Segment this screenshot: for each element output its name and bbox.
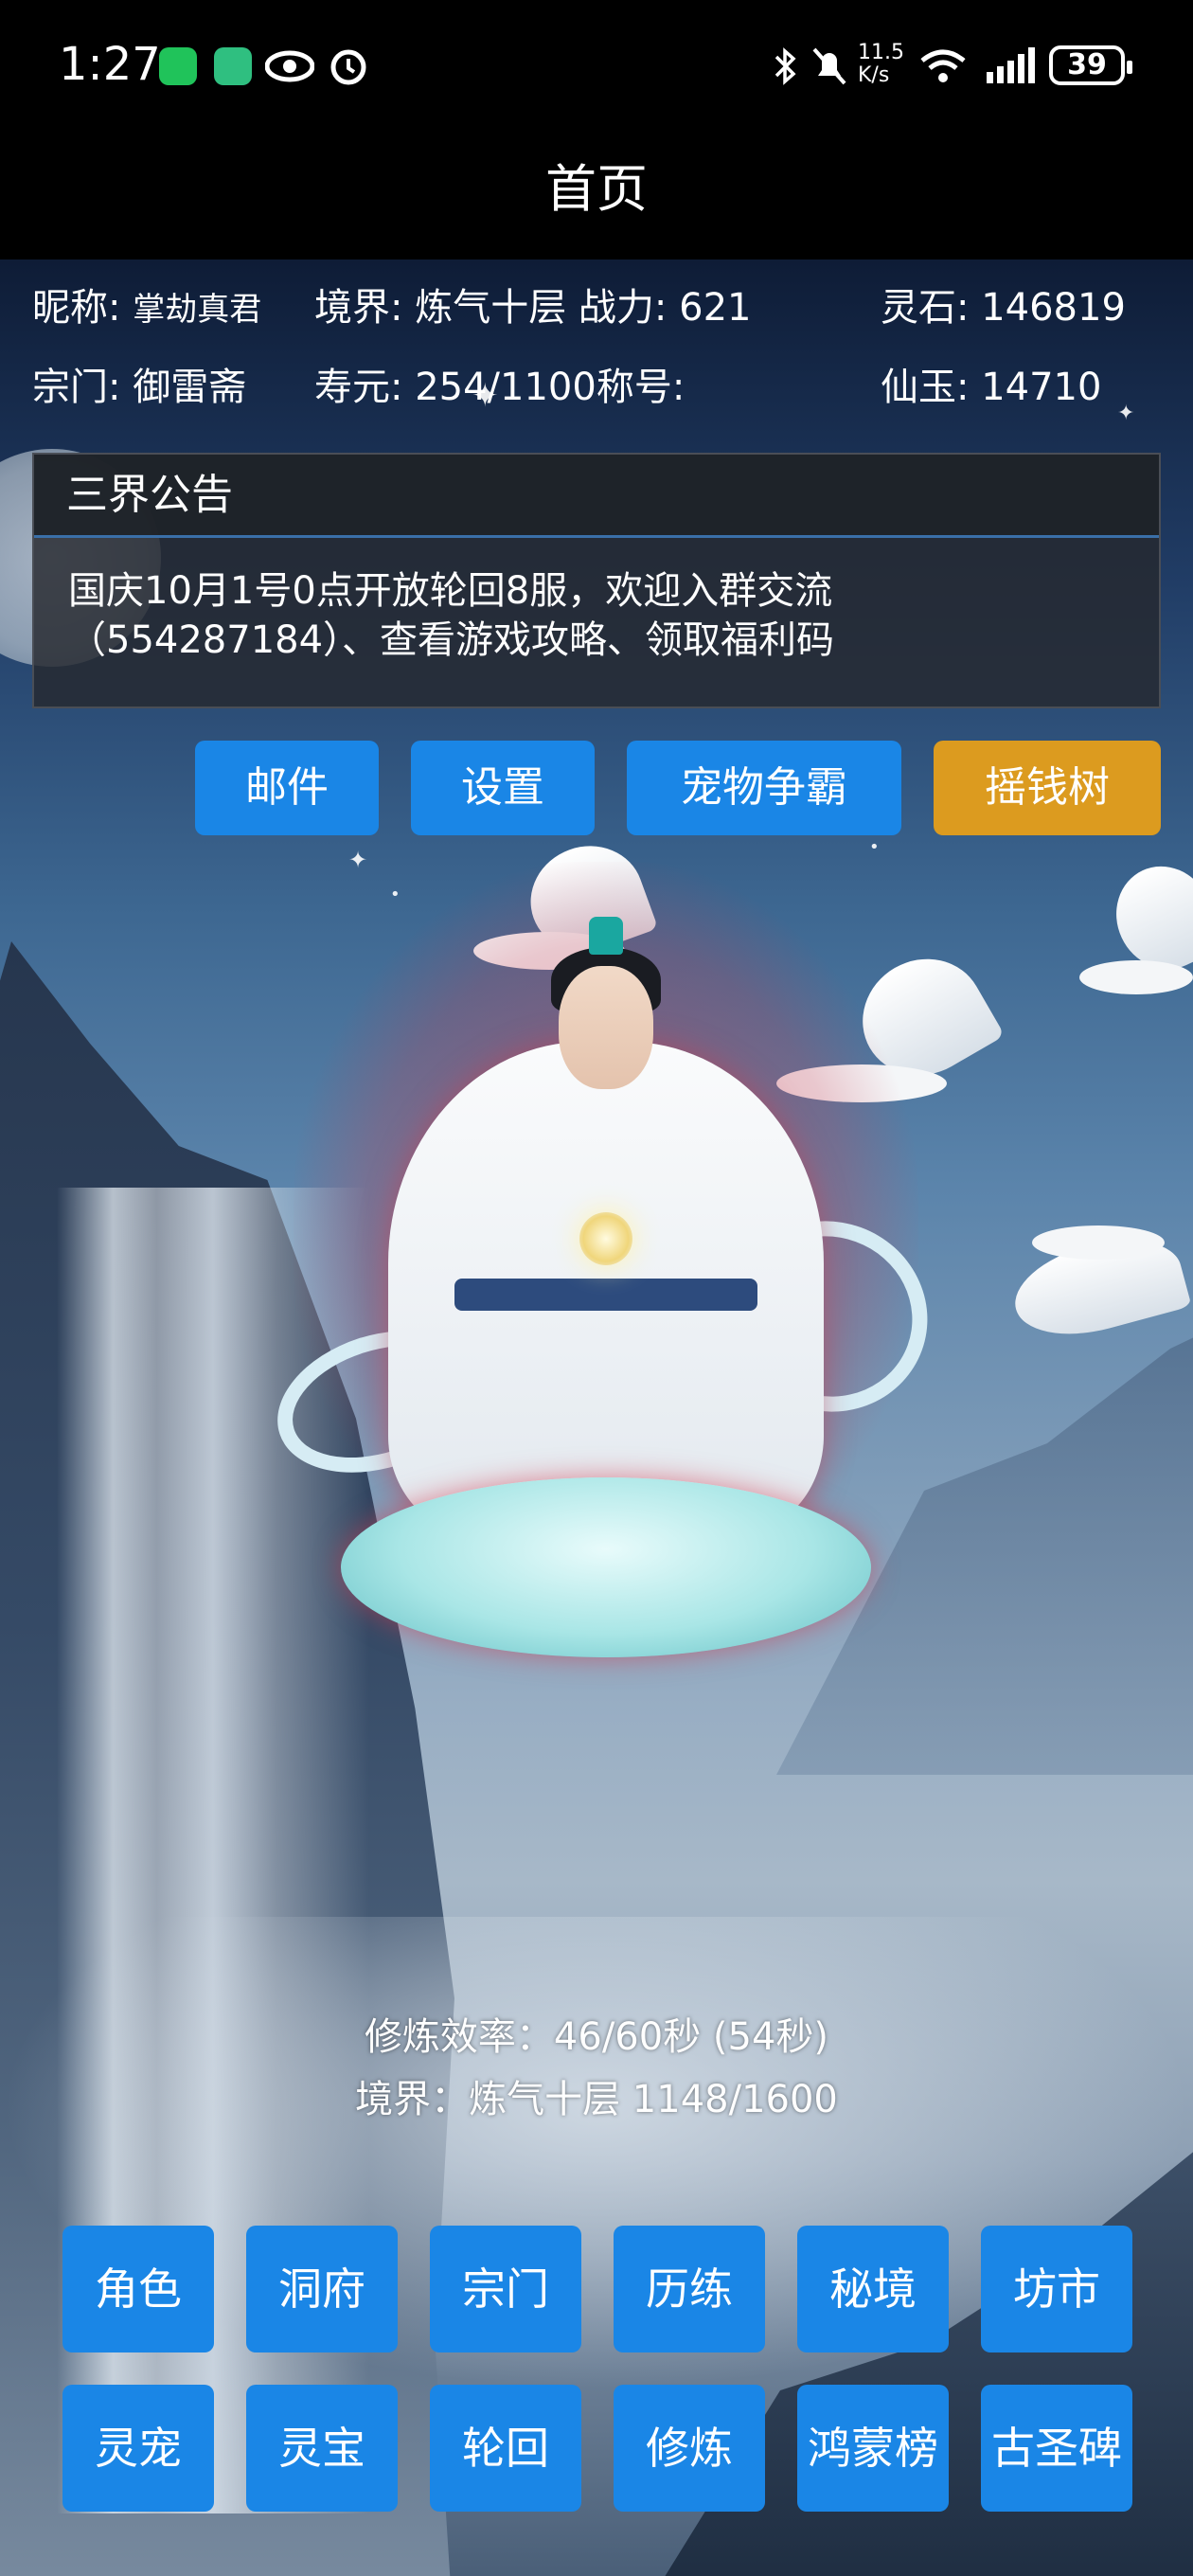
menu-button-cultivate[interactable]: 修炼 (614, 2385, 765, 2512)
crane (1079, 850, 1193, 1017)
menu-button-trial[interactable]: 历练 (614, 2226, 765, 2352)
alarm-icon (330, 49, 366, 85)
star-icon: ✦ (1117, 402, 1135, 425)
jade-cloud-seat (341, 1477, 871, 1657)
sect-label: 宗门: (32, 366, 121, 409)
menu-button-cave[interactable]: 洞府 (246, 2226, 398, 2352)
announcement-body: 国庆10月1号0点开放轮回8服，欢迎入群交流 （554287184）、查看游戏攻… (34, 538, 1159, 693)
spirit-stone-value: 146819 (981, 286, 1126, 330)
menu-button-reincarnation[interactable]: 轮回 (430, 2385, 581, 2512)
status-bar: 1:27 11.5 K/s 39 (0, 0, 1193, 133)
wifi-icon (920, 49, 966, 82)
crane (975, 1188, 1193, 1377)
menu-button-character[interactable]: 角色 (62, 2226, 214, 2352)
nickname-value: 掌劫真君 (133, 291, 262, 329)
cultivator-avatar (258, 691, 954, 1657)
eye-icon (265, 50, 314, 82)
menu-button-sect[interactable]: 宗门 (430, 2226, 581, 2352)
settings-button[interactable]: 设置 (411, 741, 595, 835)
spirit-orb (579, 1212, 632, 1265)
power-label: 战力: (578, 286, 668, 330)
lifespan-label: 寿元: (314, 366, 403, 409)
menu-button-ranking[interactable]: 鸿蒙榜 (797, 2385, 949, 2512)
menu-button-ancient-stele[interactable]: 古圣碑 (981, 2385, 1132, 2512)
lifespan-value: 254/1100 (415, 366, 596, 409)
battery-indicator: 39 (1049, 45, 1132, 85)
cultivation-efficiency: 修炼效率：46/60秒 (54秒) (364, 2015, 829, 2059)
announcement-line: 国庆10月1号0点开放轮回8服，欢迎入群交流 (68, 569, 833, 613)
mute-icon (812, 47, 846, 85)
status-time: 1:27 (59, 38, 161, 91)
announcement-panel: 三界公告 国庆10月1号0点开放轮回8服，欢迎入群交流 （554287184）、… (32, 453, 1161, 708)
signal-icon (987, 47, 1035, 83)
nickname-label: 昵称: (32, 286, 121, 330)
bluetooth-icon (775, 47, 796, 85)
power-value: 621 (679, 286, 752, 330)
menu-button-secret-realm[interactable]: 秘境 (797, 2226, 949, 2352)
pet-battle-button[interactable]: 宠物争霸 (627, 741, 901, 835)
menu-button-spirit-pet[interactable]: 灵宠 (62, 2385, 214, 2512)
money-tree-button[interactable]: 摇钱树 (934, 741, 1161, 835)
spirit-stone-label: 灵石: (881, 286, 970, 330)
jade-value: 14710 (981, 366, 1102, 409)
realm-progress: 境界：炼气十层 1148/1600 (355, 2078, 838, 2121)
title-label: 称号: (596, 366, 686, 409)
app-header: 首页 (0, 133, 1193, 259)
announcement-title: 三界公告 (34, 455, 1159, 538)
announcement-line: （554287184）、查看游戏攻略、领取福利码 (68, 618, 835, 662)
net-speed: 11.5 K/s (858, 41, 904, 87)
jade-label: 仙玉: (881, 366, 970, 409)
realm-label: 境界: (314, 286, 403, 330)
realm-value: 炼气十层 (415, 286, 567, 330)
app-icon (214, 47, 252, 85)
mail-button[interactable]: 邮件 (195, 741, 379, 835)
wechat-icon (159, 47, 197, 85)
menu-button-spirit-treasure[interactable]: 灵宝 (246, 2385, 398, 2512)
menu-button-market[interactable]: 坊市 (981, 2226, 1132, 2352)
sect-value: 御雷斋 (133, 366, 247, 409)
page-title: 首页 (545, 159, 648, 219)
